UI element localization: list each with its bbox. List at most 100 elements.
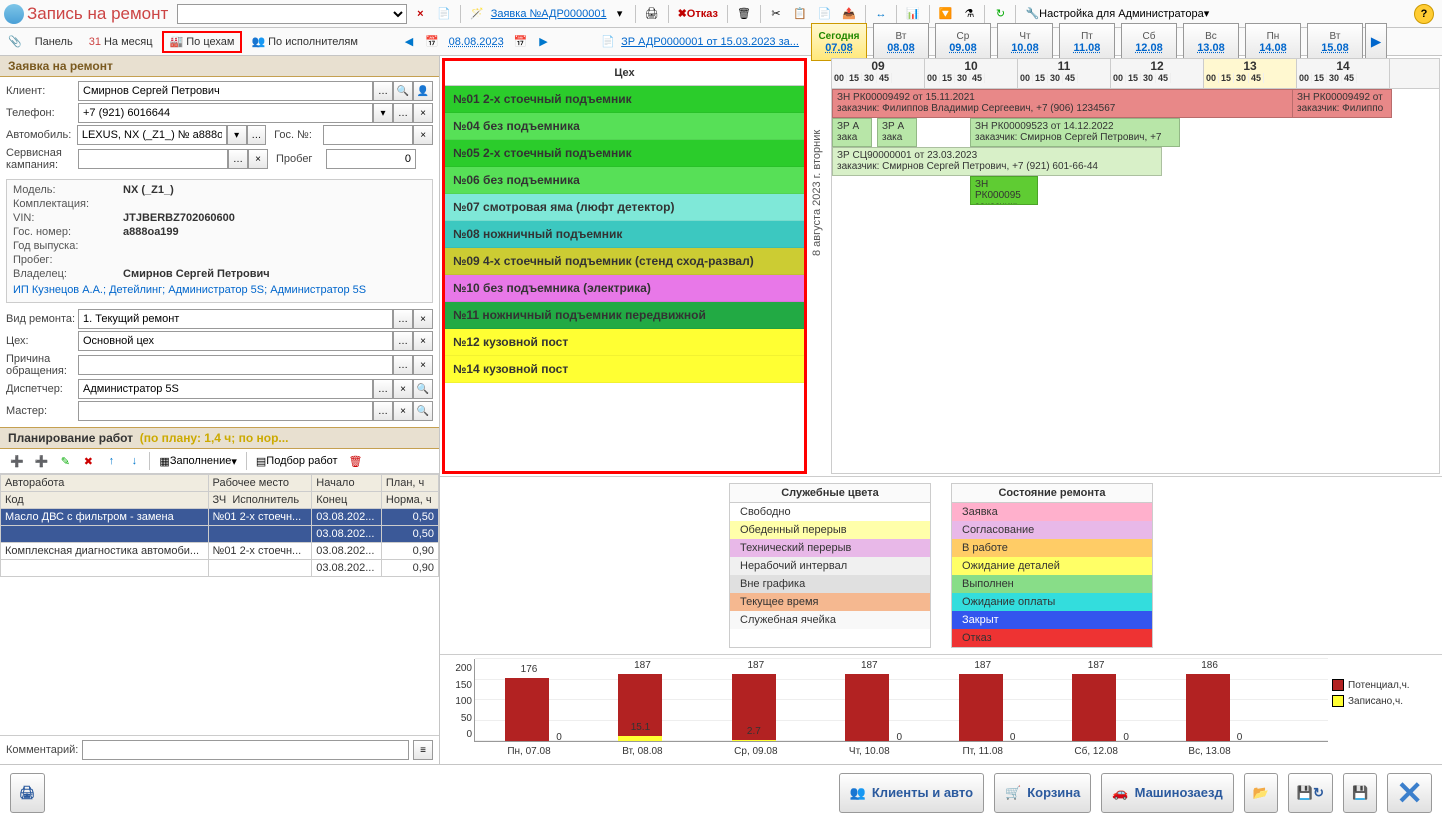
plan-add-button[interactable]: ➕ bbox=[6, 451, 28, 471]
sc-pick-button[interactable]: … bbox=[228, 149, 248, 169]
repair-type-input[interactable] bbox=[78, 309, 393, 329]
date-prev-button[interactable]: ◀ bbox=[399, 32, 419, 52]
comment-expand-button[interactable]: ≡ bbox=[413, 740, 433, 760]
close-button[interactable]: ✕ bbox=[1387, 773, 1432, 813]
chart-button[interactable]: 📊 bbox=[902, 4, 924, 24]
clients-button[interactable]: 👥 Клиенты и авто bbox=[839, 773, 984, 813]
gosnum-input[interactable] bbox=[323, 125, 413, 145]
comment-input[interactable] bbox=[82, 740, 409, 760]
calendar2-button[interactable]: 📅 bbox=[510, 32, 532, 52]
request-dropdown[interactable]: ▾ bbox=[610, 4, 630, 24]
ws-pick-button[interactable]: … bbox=[393, 331, 413, 351]
plan-row[interactable]: Масло ДВС с фильтром - замена№01 2-х сто… bbox=[1, 509, 439, 526]
car-dd-button[interactable]: ▾ bbox=[227, 125, 247, 145]
plan-insert-button[interactable]: ➕ bbox=[31, 451, 53, 471]
disp-search-button[interactable]: 🔍 bbox=[413, 379, 433, 399]
days-next-button[interactable]: ▶ bbox=[1365, 23, 1387, 61]
mileage-input[interactable] bbox=[326, 149, 416, 169]
schedule-block[interactable]: ЗН РК00009492 отзаказчик: Филиппо bbox=[1292, 89, 1392, 118]
workshop-row[interactable]: №12 кузовной пост bbox=[445, 329, 804, 356]
master-clear-button[interactable]: × bbox=[393, 401, 413, 421]
export-button[interactable]: 📤 bbox=[838, 4, 860, 24]
ws-clear-button[interactable]: × bbox=[413, 331, 433, 351]
disp-pick-button[interactable]: … bbox=[373, 379, 393, 399]
wizard-button[interactable]: 🪄 bbox=[466, 4, 488, 24]
save-button[interactable]: 💾 bbox=[1343, 773, 1377, 813]
plan-pick-button[interactable]: ▤ Подбор работ bbox=[252, 451, 342, 471]
folder-button[interactable]: 📂 bbox=[1244, 773, 1278, 813]
attach-button[interactable]: 📎 bbox=[4, 32, 26, 52]
master-search-button[interactable]: 🔍 bbox=[413, 401, 433, 421]
plan-del2-button[interactable]: 🗑 bbox=[345, 451, 367, 471]
filter1-button[interactable]: 🔽 bbox=[935, 4, 957, 24]
print-big-button[interactable]: 🖨 bbox=[10, 773, 45, 813]
car-pick-button[interactable]: … bbox=[247, 125, 267, 145]
calendar-button[interactable]: 📅 bbox=[421, 32, 443, 52]
delete-button[interactable]: 🗑 bbox=[733, 4, 755, 24]
workshop-row[interactable]: №04 без подъемника bbox=[445, 113, 804, 140]
doc-icon-button[interactable]: 📄 bbox=[597, 32, 619, 52]
request-link[interactable]: Заявка №АДР0000001 bbox=[491, 8, 607, 20]
date-next-button[interactable]: ▶ bbox=[533, 32, 553, 52]
tab-by-month[interactable]: 31 На месяц bbox=[82, 31, 160, 53]
client-pick-button[interactable]: … bbox=[373, 81, 393, 101]
plan-dn-button[interactable]: ↓ bbox=[124, 451, 144, 471]
top-combo[interactable] bbox=[177, 4, 407, 24]
car-input[interactable] bbox=[77, 125, 227, 145]
schedule-block[interactable]: ЗР Азака bbox=[832, 118, 872, 147]
paste-button[interactable]: 📄 bbox=[814, 4, 836, 24]
schedule-block[interactable]: ЗН РК00009523 от 14.12.2022заказчик: Сми… bbox=[970, 118, 1180, 147]
client-search-button[interactable]: 🔍 bbox=[393, 81, 413, 101]
tab-panel[interactable]: Панель bbox=[28, 31, 80, 53]
filter2-button[interactable]: ⚗ bbox=[959, 4, 979, 24]
schedule-block[interactable]: ЗР Азака bbox=[877, 118, 917, 147]
plan-row[interactable]: Комплексная диагностика автомоби...№01 2… bbox=[1, 543, 439, 560]
workshop-row[interactable]: №14 кузовной пост bbox=[445, 356, 804, 383]
reason-input[interactable] bbox=[78, 355, 393, 375]
client-user-button[interactable]: 👤 bbox=[413, 81, 433, 101]
schedule-block[interactable]: ЗР СЦ90000001 от 23.03.2023заказчик: Сми… bbox=[832, 147, 1162, 176]
planning-table[interactable]: АвтоработаРабочее местоНачалоПлан, ч Код… bbox=[0, 474, 439, 577]
clear-combo-button[interactable]: × bbox=[410, 4, 430, 24]
reason-clear-button[interactable]: × bbox=[413, 355, 433, 375]
workshop-row[interactable]: №01 2-х стоечный подъемник bbox=[445, 86, 804, 113]
rt-pick-button[interactable]: … bbox=[393, 309, 413, 329]
settings-button[interactable]: 🔧 Настройка для Администратора ▾ bbox=[1021, 4, 1213, 24]
current-date[interactable]: 08.08.2023 bbox=[445, 36, 508, 48]
plan-row[interactable]: 03.08.202...0,50 bbox=[1, 526, 439, 543]
service-campaign-input[interactable] bbox=[78, 149, 228, 169]
client-input[interactable] bbox=[78, 81, 373, 101]
tab-by-workshop[interactable]: 🏭 По цехам bbox=[162, 31, 243, 53]
master-input[interactable] bbox=[78, 401, 373, 421]
workshop-row[interactable]: №05 2-х стоечный подъемник bbox=[445, 140, 804, 167]
tab-by-executor[interactable]: 👥 По исполнителям bbox=[244, 31, 365, 53]
dispatcher-input[interactable] bbox=[78, 379, 373, 399]
plan-fill-button[interactable]: ▦ Заполнение ▾ bbox=[155, 451, 240, 471]
print-button[interactable]: 🖨 bbox=[641, 4, 663, 24]
workshop-row[interactable]: №07 смотровая яма (люфт детектор) bbox=[445, 194, 804, 221]
cut-button[interactable]: ✂ bbox=[766, 4, 786, 24]
workshop-row[interactable]: №08 ножничный подъемник bbox=[445, 221, 804, 248]
phone-pick-button[interactable]: … bbox=[393, 103, 413, 123]
sc-clear-button[interactable]: × bbox=[248, 149, 268, 169]
plan-edit-button[interactable]: ✎ bbox=[55, 451, 75, 471]
timeline[interactable]: 0900153045100015304511001530451200153045… bbox=[831, 58, 1440, 474]
disp-clear-button[interactable]: × bbox=[393, 379, 413, 399]
reason-pick-button[interactable]: … bbox=[393, 355, 413, 375]
help-button[interactable]: ? bbox=[1414, 4, 1434, 24]
workshop-row[interactable]: №06 без подъемника bbox=[445, 167, 804, 194]
reject-button[interactable]: ✖ Отказ bbox=[674, 4, 722, 24]
plan-del-button[interactable]: ✖ bbox=[78, 451, 98, 471]
gosnum-clear-button[interactable]: × bbox=[413, 125, 433, 145]
cart-button[interactable]: 🛒 Корзина bbox=[994, 773, 1091, 813]
schedule-block[interactable]: ЗН РК000095заказчик: Куз bbox=[970, 176, 1038, 205]
workshop-row[interactable]: №11 ножничный подъемник передвижной bbox=[445, 302, 804, 329]
workshop-row[interactable]: №10 без подъемника (электрика) bbox=[445, 275, 804, 302]
master-pick-button[interactable]: … bbox=[373, 401, 393, 421]
rt-clear-button[interactable]: × bbox=[413, 309, 433, 329]
workshop-input[interactable] bbox=[78, 331, 393, 351]
open-doc-button[interactable]: 📄 bbox=[433, 4, 455, 24]
copy-button[interactable]: 📋 bbox=[789, 4, 811, 24]
phone-input[interactable] bbox=[78, 103, 373, 123]
document-link[interactable]: ЗР АДР0000001 от 15.03.2023 за... bbox=[621, 36, 799, 48]
